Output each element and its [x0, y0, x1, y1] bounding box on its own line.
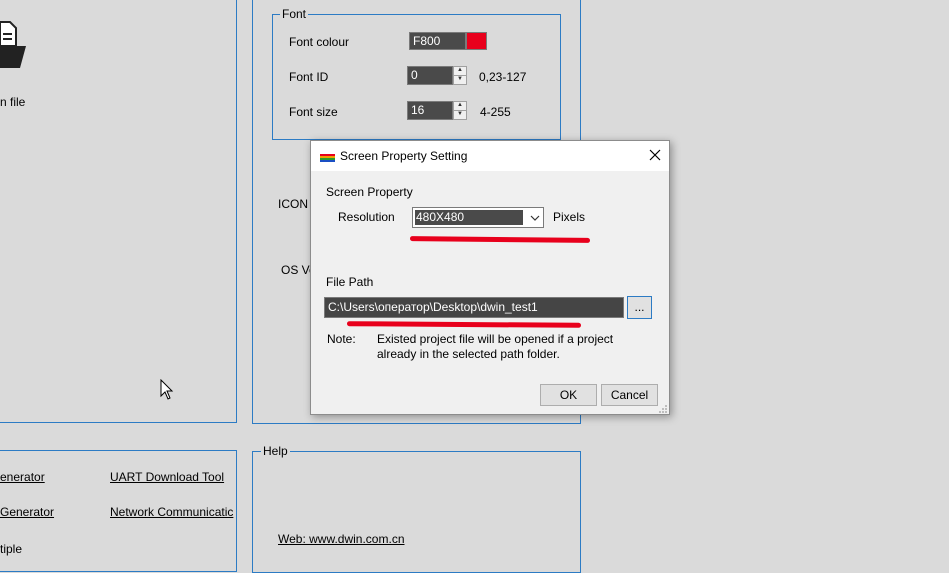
close-icon[interactable] — [647, 147, 663, 163]
network-communication-link[interactable]: Network Communicatic — [110, 505, 233, 519]
open-file-label[interactable]: n file — [0, 95, 25, 109]
icon-label: ICON — [278, 197, 308, 211]
screen-property-dialog: Screen Property Setting Screen Property … — [310, 140, 670, 415]
left-panel — [0, 0, 237, 423]
font-size-range: 4-255 — [480, 105, 511, 119]
resolution-label: Resolution — [338, 210, 395, 224]
resolution-value: 480X480 — [415, 210, 523, 225]
pixels-label: Pixels — [553, 210, 586, 224]
generator-link-1[interactable]: enerator — [0, 470, 45, 484]
dialog-title: Screen Property Setting — [340, 149, 468, 163]
font-group-title: Font — [280, 7, 309, 21]
screen-property-label: Screen Property — [326, 185, 413, 199]
ok-button[interactable]: OK — [540, 384, 597, 406]
font-size-input[interactable]: 16 — [407, 101, 453, 120]
mouse-cursor-icon — [160, 378, 174, 404]
spin-down-icon[interactable]: ▼ — [454, 76, 466, 85]
dialog-titlebar[interactable]: Screen Property Setting — [311, 141, 669, 171]
font-colour-label: Font colour — [289, 35, 350, 49]
multiple-label[interactable]: tiple — [0, 542, 22, 556]
note-label: Note: — [327, 332, 356, 346]
help-group-title: Help — [261, 444, 290, 458]
open-file-icon[interactable] — [0, 18, 28, 70]
app-icon — [320, 151, 335, 162]
font-id-label: Font ID — [289, 70, 329, 84]
resize-grip-icon[interactable] — [658, 403, 668, 413]
font-size-label: Font size — [289, 105, 338, 119]
chevron-down-icon[interactable] — [530, 212, 540, 222]
spin-down-icon[interactable]: ▼ — [454, 111, 466, 120]
spin-up-icon[interactable]: ▲ — [454, 67, 466, 76]
help-group — [252, 451, 581, 573]
resolution-select[interactable]: 480X480 — [412, 207, 544, 228]
website-link[interactable]: Web: www.dwin.com.cn — [278, 532, 405, 546]
browse-button[interactable]: ... — [627, 296, 652, 319]
font-id-range: 0,23-127 — [479, 70, 527, 84]
font-colour-field[interactable]: F800 — [409, 32, 466, 50]
font-size-spinner[interactable]: ▲ ▼ — [453, 101, 467, 120]
file-path-label: File Path — [326, 275, 374, 289]
cancel-button[interactable]: Cancel — [601, 384, 658, 406]
font-id-spinner[interactable]: ▲ ▼ — [453, 66, 467, 85]
uart-download-tool-link[interactable]: UART Download Tool — [110, 470, 224, 484]
font-colour-swatch[interactable] — [466, 32, 487, 50]
generator-link-2[interactable]: Generator — [0, 505, 54, 519]
note-text: Existed project file will be opened if a… — [377, 332, 614, 361]
spin-up-icon[interactable]: ▲ — [454, 102, 466, 111]
file-path-input[interactable]: C:\Users\оператор\Desktop\dwin_test1 — [324, 297, 624, 318]
font-id-input[interactable]: 0 — [407, 66, 453, 85]
